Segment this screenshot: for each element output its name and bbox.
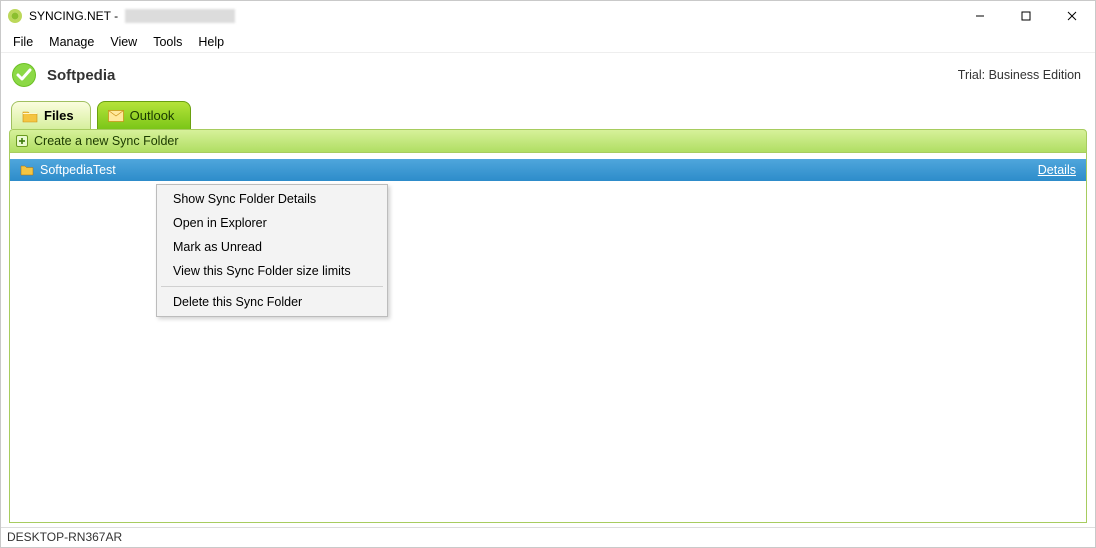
tabbar: Files Outlook	[1, 99, 1095, 129]
tab-outlook[interactable]: Outlook	[97, 101, 192, 129]
close-button[interactable]	[1049, 1, 1095, 31]
statusbar: DESKTOP-RN367AR	[1, 527, 1095, 547]
menu-tools[interactable]: Tools	[145, 33, 190, 51]
cm-mark-unread[interactable]: Mark as Unread	[159, 235, 385, 259]
sync-folder-details-link[interactable]: Details	[1038, 163, 1076, 177]
create-sync-folder-label: Create a new Sync Folder	[34, 134, 179, 148]
menu-file[interactable]: File	[5, 33, 41, 51]
sync-folder-row[interactable]: SoftpediaTest Details	[10, 159, 1086, 181]
envelope-icon	[108, 109, 124, 123]
create-sync-folder-bar[interactable]: Create a new Sync Folder	[9, 129, 1087, 153]
maximize-button[interactable]	[1003, 1, 1049, 31]
account-name: Softpedia	[47, 67, 958, 84]
trial-label: Trial: Business Edition	[958, 68, 1081, 82]
menu-view[interactable]: View	[102, 33, 145, 51]
cm-separator	[161, 286, 383, 287]
window-title: SYNCING.NET -	[29, 9, 957, 24]
window-title-text: SYNCING.NET -	[29, 9, 118, 23]
plus-icon	[16, 135, 28, 147]
header: Softpedia Trial: Business Edition	[1, 53, 1095, 93]
close-icon	[1067, 11, 1077, 21]
title-redacted	[125, 9, 235, 23]
context-menu: Show Sync Folder Details Open in Explore…	[156, 184, 388, 317]
folder-icon	[22, 109, 38, 123]
statusbar-host: DESKTOP-RN367AR	[7, 530, 122, 544]
status-ok-icon	[11, 62, 37, 88]
sync-folder-icon	[20, 164, 34, 176]
menu-manage[interactable]: Manage	[41, 33, 102, 51]
menu-help[interactable]: Help	[190, 33, 232, 51]
tab-files-label: Files	[44, 108, 74, 123]
maximize-icon	[1021, 11, 1031, 21]
titlebar: SYNCING.NET -	[1, 1, 1095, 31]
sync-folder-name: SoftpediaTest	[40, 163, 1038, 177]
cm-delete-folder[interactable]: Delete this Sync Folder	[159, 290, 385, 314]
cm-show-details[interactable]: Show Sync Folder Details	[159, 187, 385, 211]
minimize-icon	[975, 11, 985, 21]
tab-outlook-label: Outlook	[130, 108, 175, 123]
minimize-button[interactable]	[957, 1, 1003, 31]
window-controls	[957, 1, 1095, 31]
menubar: File Manage View Tools Help	[1, 31, 1095, 53]
cm-open-explorer[interactable]: Open in Explorer	[159, 211, 385, 235]
app-logo-icon	[7, 8, 23, 24]
tab-files[interactable]: Files	[11, 101, 91, 129]
cm-view-size-limits[interactable]: View this Sync Folder size limits	[159, 259, 385, 283]
